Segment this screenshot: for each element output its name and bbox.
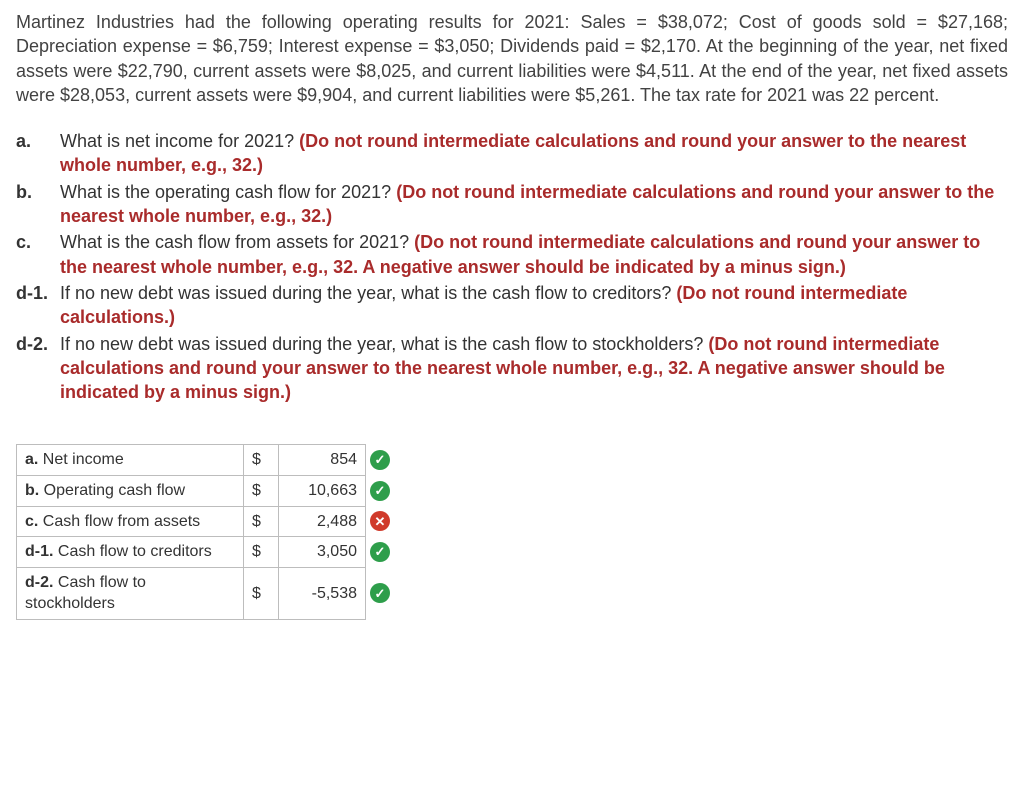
check-icon: ✓: [370, 542, 390, 562]
check-icon: ✓: [370, 481, 390, 501]
answer-input[interactable]: 2,488: [279, 506, 366, 537]
table-row: b. Operating cash flow $ 10,663 ✓: [17, 476, 403, 507]
question-label: d-1.: [16, 281, 60, 305]
question-b: b. What is the operating cash flow for 2…: [16, 180, 1008, 229]
table-row: a. Net income $ 854 ✓: [17, 445, 403, 476]
check-icon: ✓: [370, 450, 390, 470]
cross-icon: ✕: [370, 511, 390, 531]
currency-symbol: $: [244, 567, 279, 619]
table-row: c. Cash flow from assets $ 2,488 ✕: [17, 506, 403, 537]
question-text: What is the operating cash flow for 2021…: [60, 180, 1008, 229]
check-icon: ✓: [370, 583, 390, 603]
question-text: What is net income for 2021? (Do not rou…: [60, 129, 1008, 178]
problem-statement: Martinez Industries had the following op…: [16, 10, 1008, 107]
currency-symbol: $: [244, 476, 279, 507]
question-text: If no new debt was issued during the yea…: [60, 332, 1008, 405]
currency-symbol: $: [244, 506, 279, 537]
question-label: b.: [16, 180, 60, 204]
question-label: d-2.: [16, 332, 60, 356]
question-text: If no new debt was issued during the yea…: [60, 281, 1008, 330]
question-a: a. What is net income for 2021? (Do not …: [16, 129, 1008, 178]
question-d1: d-1. If no new debt was issued during th…: [16, 281, 1008, 330]
answer-input[interactable]: 3,050: [279, 537, 366, 568]
question-list: a. What is net income for 2021? (Do not …: [16, 129, 1008, 404]
question-text: What is the cash flow from assets for 20…: [60, 230, 1008, 279]
question-d2: d-2. If no new debt was issued during th…: [16, 332, 1008, 405]
answer-input[interactable]: -5,538: [279, 567, 366, 619]
answers-table: a. Net income $ 854 ✓ b. Operating cash …: [16, 444, 403, 620]
currency-symbol: $: [244, 445, 279, 476]
question-label: c.: [16, 230, 60, 254]
question-c: c. What is the cash flow from assets for…: [16, 230, 1008, 279]
currency-symbol: $: [244, 537, 279, 568]
table-row: d-1. Cash flow to creditors $ 3,050 ✓: [17, 537, 403, 568]
question-label: a.: [16, 129, 60, 153]
answer-input[interactable]: 854: [279, 445, 366, 476]
table-row: d-2. Cash flow to stockholders $ -5,538 …: [17, 567, 403, 619]
answer-input[interactable]: 10,663: [279, 476, 366, 507]
